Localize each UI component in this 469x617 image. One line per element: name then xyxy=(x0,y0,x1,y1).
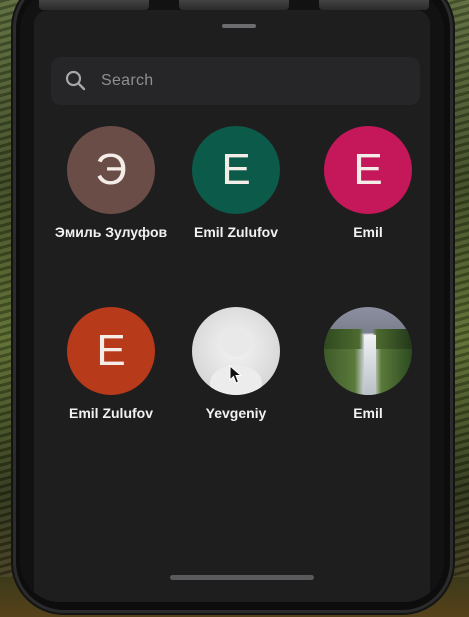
avatar[interactable]: E xyxy=(192,126,280,214)
search-input[interactable] xyxy=(99,71,383,91)
mouse-pointer-icon xyxy=(229,346,243,395)
avatar[interactable]: Э xyxy=(67,126,155,214)
contact-picker-sheet: Э Эмиль Зулуфов E Emil Zulufov E Emil E … xyxy=(34,10,430,602)
avatar-photo[interactable] xyxy=(192,307,280,395)
contact-item[interactable]: E Emil Zulufov xyxy=(171,126,301,243)
search-bar[interactable] xyxy=(51,57,420,105)
contact-item[interactable]: E Emil xyxy=(303,126,433,243)
avatar-initial: E xyxy=(96,326,126,375)
contact-item[interactable]: Yevgeniy xyxy=(171,307,301,424)
thumbnail xyxy=(319,0,429,10)
thumbnail xyxy=(179,0,289,10)
avatar-photo[interactable] xyxy=(324,307,412,395)
avatar-initial: E xyxy=(353,145,383,194)
contact-item[interactable]: E Emil Zulufov xyxy=(46,307,176,424)
search-icon xyxy=(63,68,89,94)
contact-name: Emil xyxy=(353,224,383,240)
phone-screen: Э Эмиль Зулуфов E Emil Zulufov E Emil E … xyxy=(20,0,444,602)
contact-name: Emil Zulufov xyxy=(194,224,278,240)
avatar-initial: Э xyxy=(95,145,127,194)
thumbnail xyxy=(39,0,149,10)
contact-name: Yevgeniy xyxy=(205,405,267,421)
sheet-grabber[interactable] xyxy=(222,24,256,28)
contact-item[interactable]: Э Эмиль Зулуфов xyxy=(46,126,176,243)
home-indicator[interactable] xyxy=(170,575,314,580)
contact-name: Emil Zulufov xyxy=(69,405,153,421)
contact-name: Эмиль Зулуфов xyxy=(54,224,168,240)
avatar[interactable]: E xyxy=(324,126,412,214)
contact-name: Emil xyxy=(353,405,383,421)
contact-item[interactable]: Emil xyxy=(303,307,433,424)
waterfall-icon xyxy=(364,335,376,395)
avatar-initial: E xyxy=(221,145,251,194)
avatar[interactable]: E xyxy=(67,307,155,395)
